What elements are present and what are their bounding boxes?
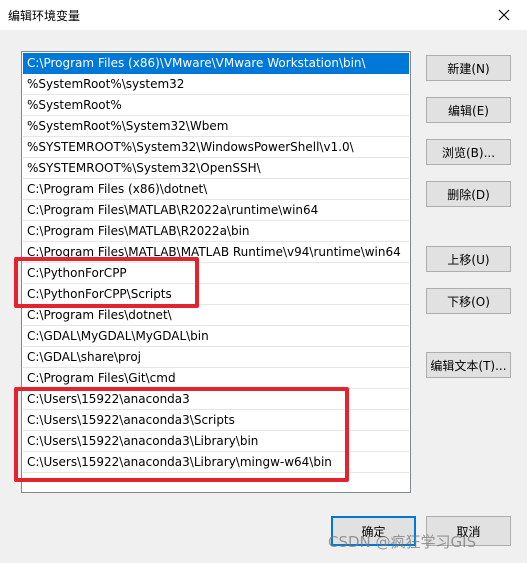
path-list-item[interactable]: %SYSTEMROOT%\System32\OpenSSH\: [23, 158, 409, 179]
watermark: CSDN @疯狂学习GIS: [328, 533, 477, 551]
path-list-item[interactable]: C:\Program Files (x86)\VMware\VMware Wor…: [23, 53, 409, 74]
path-list-item[interactable]: %SystemRoot%\system32: [23, 74, 409, 95]
path-list-item[interactable]: C:\Program Files\MATLAB\R2022a\bin: [23, 221, 409, 242]
path-list-item[interactable]: C:\Program Files\Git\cmd: [23, 368, 409, 389]
path-list-item[interactable]: %SystemRoot%\System32\Wbem: [23, 116, 409, 137]
move-down-button[interactable]: 下移(O): [426, 288, 511, 314]
new-button[interactable]: 新建(N): [426, 55, 511, 81]
path-list-item[interactable]: C:\Program Files\dotnet\: [23, 305, 409, 326]
path-list-item[interactable]: C:\GDAL\share\proj: [23, 347, 409, 368]
path-list-item[interactable]: %SystemRoot%: [23, 95, 409, 116]
path-list-item[interactable]: C:\Program Files\MATLAB\R2022a\runtime\w…: [23, 200, 409, 221]
path-list-item[interactable]: %SYSTEMROOT%\System32\WindowsPowerShell\…: [23, 137, 409, 158]
title-bar: 编辑环境变量: [0, 0, 527, 30]
edit-text-button[interactable]: 编辑文本(T)...: [426, 352, 511, 378]
edit-button[interactable]: 编辑(E): [426, 97, 511, 123]
window-title: 编辑环境变量: [8, 9, 81, 23]
path-list-item[interactable]: C:\GDAL\MyGDAL\MyGDAL\bin: [23, 326, 409, 347]
close-button[interactable]: [481, 0, 527, 30]
move-up-button[interactable]: 上移(U): [426, 246, 511, 272]
highlight-box-anaconda: [14, 387, 349, 482]
delete-button[interactable]: 删除(D): [426, 181, 511, 207]
highlight-box-pythonforcpp: [14, 257, 199, 308]
path-list-item[interactable]: C:\Program Files (x86)\dotnet\: [23, 179, 409, 200]
browse-button[interactable]: 浏览(B)...: [426, 139, 511, 165]
close-icon: [498, 9, 510, 21]
